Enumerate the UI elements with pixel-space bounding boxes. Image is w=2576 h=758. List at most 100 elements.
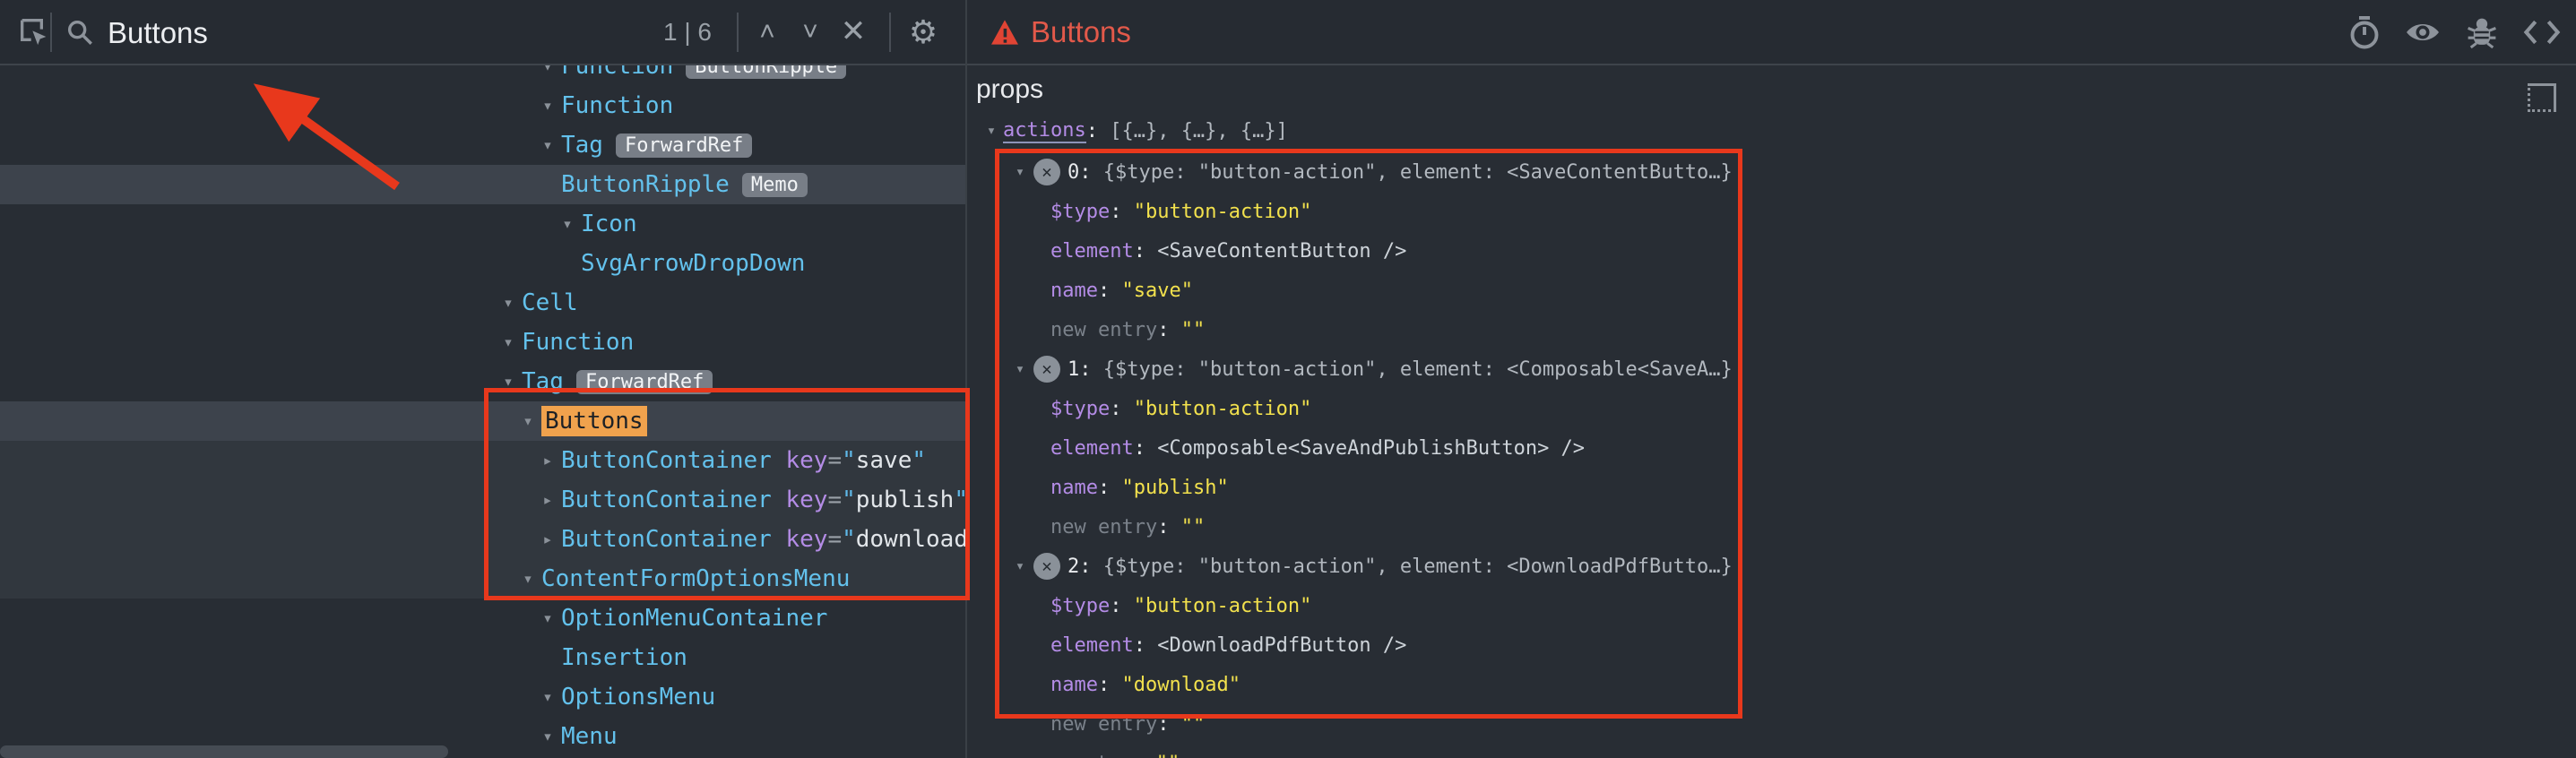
props-token: "publish" — [1121, 477, 1228, 499]
props-token: : — [1134, 437, 1158, 460]
props-expand-arrow-icon[interactable]: ▾ — [1008, 163, 1032, 181]
tree-expand-arrow-icon[interactable]: ▸ — [534, 490, 561, 510]
tree-expand-arrow-icon[interactable]: ▾ — [534, 65, 561, 76]
component-key: = — [827, 487, 842, 513]
log-bug-icon[interactable] — [2465, 14, 2499, 50]
tree-row-function[interactable]: ▾FunctionButtonRipple — [0, 65, 965, 86]
props-row[interactable]: new entry: "" — [1050, 704, 1205, 744]
props-row[interactable]: name: "save" — [1050, 271, 1193, 310]
tree-row-contentformoptionsmenu[interactable]: ▾ContentFormOptionsMenu — [0, 559, 965, 599]
tree-expand-arrow-icon[interactable]: ▸ — [534, 530, 561, 549]
tree-row-insertion[interactable]: Insertion — [0, 638, 965, 677]
props-row[interactable]: new entry: "" — [1050, 310, 1205, 349]
tree-expand-arrow-icon[interactable]: ▾ — [514, 569, 541, 589]
tree-expand-arrow-icon[interactable]: ▸ — [534, 451, 561, 470]
previous-result-button[interactable]: ˄ — [748, 0, 787, 64]
props-row[interactable]: element: <DownloadPdfButton /> — [1050, 625, 1406, 665]
settings-gear-icon[interactable]: ⚙ — [903, 0, 943, 64]
search-icon — [65, 17, 95, 47]
props-token: "button-action" — [1134, 398, 1312, 420]
tree-row-buttonripple[interactable]: ButtonRippleMemo — [0, 165, 965, 204]
props-row[interactable]: name: "publish" — [1050, 468, 1229, 507]
tree-row-buttoncontainer[interactable]: ▸ButtonContainer key="publish" — [0, 480, 965, 520]
props-token: : — [1157, 319, 1181, 341]
tree-expand-arrow-icon[interactable]: ▾ — [495, 332, 522, 352]
tree-expand-arrow-icon[interactable]: ▾ — [554, 214, 581, 234]
component-key: key — [772, 447, 828, 474]
component-name: OptionMenuContainer — [561, 605, 827, 632]
tree-expand-arrow-icon[interactable]: ▾ — [495, 372, 522, 392]
props-row[interactable]: ▾✕0: {$type: "button-action", element: <… — [1008, 152, 1733, 192]
inspect-dom-eye-icon[interactable] — [2404, 14, 2442, 50]
props-token: $type — [1050, 201, 1110, 223]
props-token: actions — [1003, 119, 1086, 143]
props-row[interactable]: ▾✕2: {$type: "button-action", element: <… — [1008, 547, 1733, 586]
props-expand-arrow-icon[interactable]: ▾ — [980, 122, 1003, 140]
props-token: $type — [1050, 398, 1110, 420]
next-result-button[interactable]: ˅ — [791, 0, 830, 64]
props-token: : — [1098, 280, 1122, 302]
component-key: save — [856, 447, 912, 474]
tree-expand-arrow-icon[interactable]: ▾ — [534, 96, 561, 116]
props-row[interactable]: name: "download" — [1050, 665, 1240, 704]
props-token: element — [1050, 634, 1134, 657]
tree-row-cell[interactable]: ▾Cell — [0, 283, 965, 323]
panel-header-icons — [2348, 0, 2562, 64]
react-devtools-window: 1 | 6 ˄ ˅ ✕ ⚙ Buttons — [0, 0, 2576, 758]
tree-row-svgarrowdropdown[interactable]: SvgArrowDropDown — [0, 244, 965, 283]
props-token: [{…}, {…}, {…}] — [1110, 120, 1288, 142]
tree-row-tag[interactable]: ▾TagForwardRef — [0, 362, 965, 401]
tree-row-buttoncontainer[interactable]: ▸ButtonContainer key="save" — [0, 441, 965, 480]
props-row[interactable]: element: <Composable<SaveAndPublishButto… — [1050, 428, 1585, 468]
expand-panel-icon[interactable] — [2528, 83, 2556, 112]
component-name: Tag — [561, 132, 603, 159]
props-expand-arrow-icon[interactable]: ▾ — [1008, 360, 1032, 378]
tree-row-icon[interactable]: ▾Icon — [0, 204, 965, 244]
tree-row-tag[interactable]: ▾TagForwardRef — [0, 125, 965, 165]
props-row[interactable]: new entry: "" — [1050, 507, 1205, 547]
tree-row-function[interactable]: ▾Function — [0, 323, 965, 362]
suspense-stopwatch-icon[interactable] — [2348, 14, 2381, 50]
search-input[interactable] — [106, 0, 611, 65]
props-token: new entry — [1050, 516, 1157, 538]
props-token: : — [1110, 595, 1134, 617]
tree-row-optionmenucontainer[interactable]: ▾OptionMenuContainer — [0, 599, 965, 638]
component-key: key — [772, 487, 828, 513]
inspect-element-icon[interactable] — [16, 14, 52, 50]
tree-row-function[interactable]: ▾Function — [0, 86, 965, 125]
tree-expand-arrow-icon[interactable]: ▾ — [534, 687, 561, 707]
props-token: 2 — [1068, 556, 1079, 578]
tree-expand-arrow-icon[interactable]: ▾ — [495, 293, 522, 313]
props-token: : — [1157, 516, 1181, 538]
tree-expand-arrow-icon[interactable]: ▾ — [534, 727, 561, 746]
component-key: publish — [856, 487, 955, 513]
props-token: : — [1132, 753, 1156, 758]
view-source-code-icon[interactable] — [2522, 14, 2562, 50]
tree-expand-arrow-icon[interactable]: ▾ — [534, 608, 561, 628]
props-row[interactable]: $type: "button-action" — [1050, 192, 1311, 231]
tree-expand-arrow-icon[interactable]: ▾ — [514, 411, 541, 431]
props-token: new entry — [1050, 713, 1157, 736]
tree-expand-arrow-icon[interactable]: ▾ — [534, 135, 561, 155]
props-row[interactable]: $type: "button-action" — [1050, 389, 1311, 428]
props-token: : — [1098, 674, 1122, 696]
props-token: "" — [1181, 319, 1206, 341]
component-key: " — [954, 487, 965, 513]
props-row[interactable]: $type: "button-action" — [1050, 586, 1311, 625]
props-token: name — [1050, 674, 1098, 696]
props-row[interactable]: element: <SaveContentButton /> — [1050, 231, 1406, 271]
tree-row-optionsmenu[interactable]: ▾OptionsMenu — [0, 677, 965, 717]
props-row[interactable]: new entry: "" — [1025, 744, 1180, 758]
tree-horizontal-scrollbar[interactable] — [0, 745, 448, 758]
props-row[interactable]: ▾✕1: {$type: "button-action", element: <… — [1008, 349, 1733, 389]
component-name: ButtonContainer — [561, 526, 772, 553]
clear-search-button[interactable]: ✕ — [834, 0, 873, 64]
props-expand-arrow-icon[interactable]: ▾ — [1008, 557, 1032, 575]
props-token: : — [1134, 240, 1158, 263]
component-name: ButtonContainer — [561, 447, 772, 474]
props-row[interactable]: ▾actions: [{…}, {…}, {…}] — [980, 111, 1288, 151]
tree-row-buttons[interactable]: ▾Buttons — [0, 401, 965, 441]
toolbar-divider — [889, 13, 891, 52]
error-x-badge-icon: ✕ — [1033, 356, 1060, 383]
tree-row-buttoncontainer[interactable]: ▸ButtonContainer key="download" — [0, 520, 965, 559]
